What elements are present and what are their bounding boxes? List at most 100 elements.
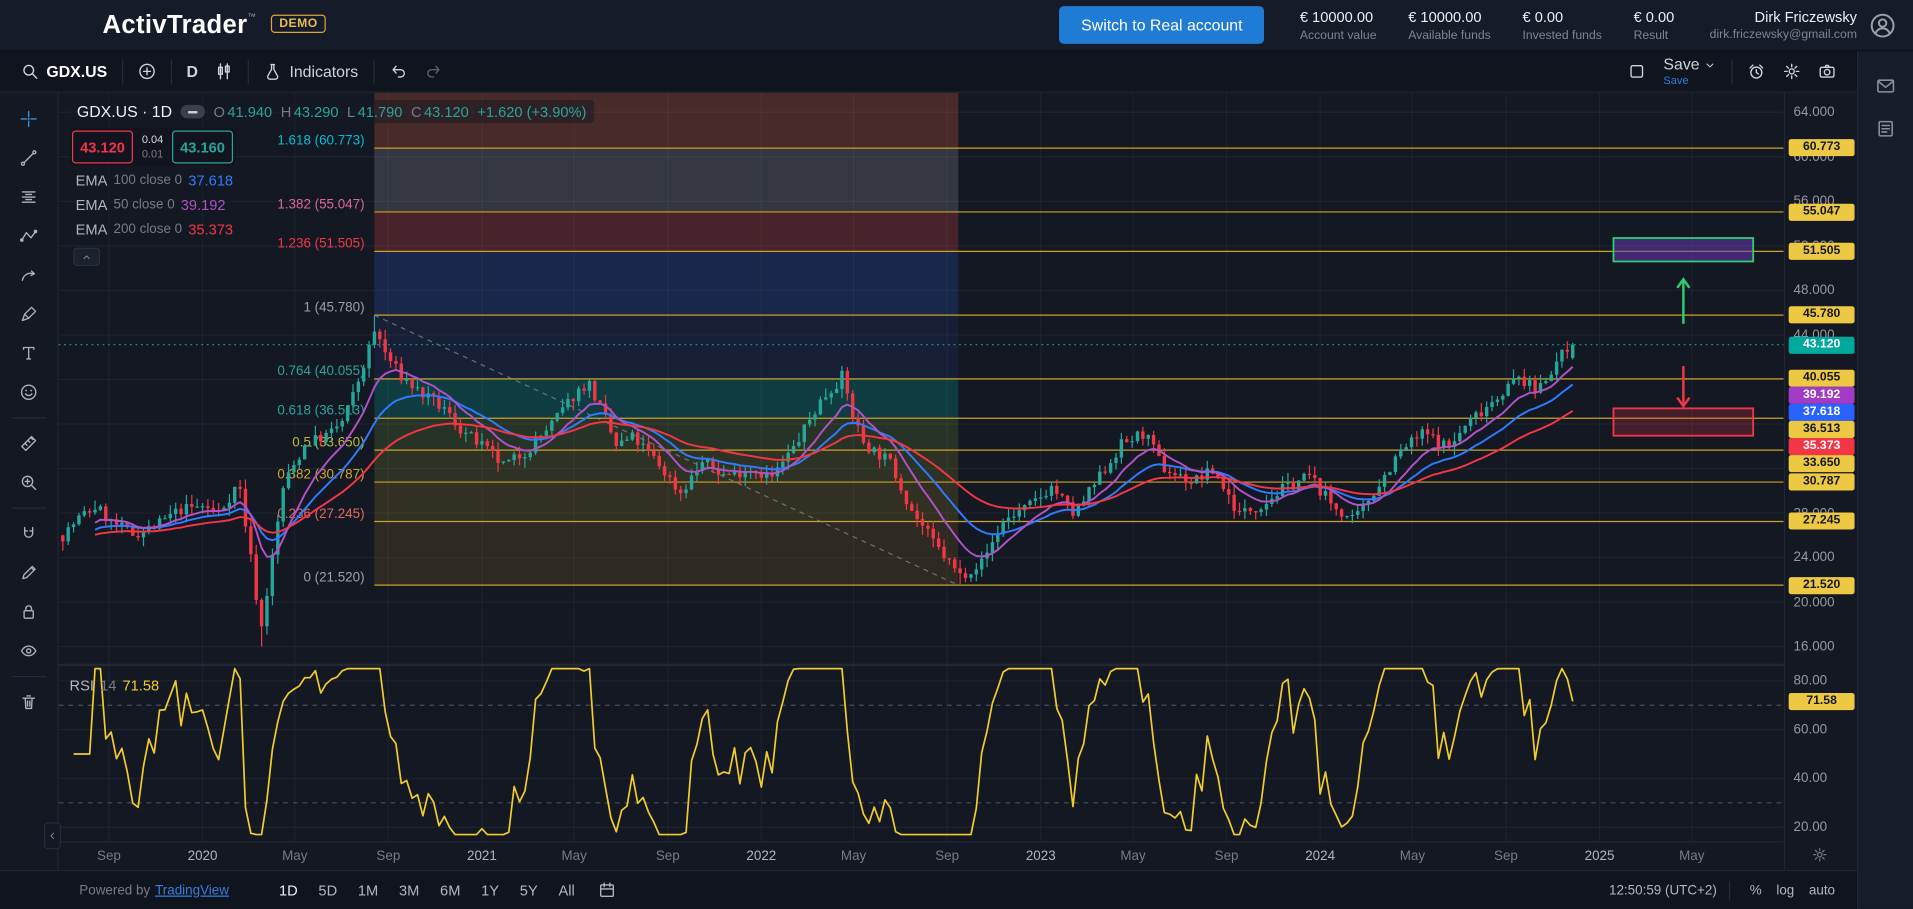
indicators-collapse-button[interactable] [73,248,100,266]
price-axis[interactable]: 64.00060.00056.00052.00048.00044.00040.0… [1784,93,1857,870]
app-logo[interactable]: ActivTrader ™ DEMO [102,12,326,38]
up-arrow[interactable] [1677,279,1689,324]
symbol-legend[interactable]: GDX.US · 1D O41.940 H43.290 L41.790 C43.… [70,100,594,123]
candles-icon [215,62,233,80]
range-6m-button[interactable]: 6M [432,878,469,902]
toolbar-separator [248,59,249,83]
rsi-tick: 40.00 [1794,771,1828,786]
ema-50-legend[interactable]: EMA 50 close 0 39.192 [70,195,232,215]
price-tick: 16.000 [1794,639,1835,654]
save-sub-label: Save [1663,75,1688,86]
fib-retracement-tool-button[interactable] [8,181,49,214]
price-badge: 51.505 [1789,243,1855,260]
indicators-button[interactable]: Indicators [255,57,366,85]
log-scale-button[interactable]: log [1769,879,1802,901]
auto-scale-button[interactable]: auto [1802,879,1843,901]
range-all-button[interactable]: All [550,878,583,902]
indicators-label: Indicators [289,62,358,80]
forecast-tool-button[interactable] [8,259,49,292]
ema-100-legend[interactable]: EMA 100 close 0 37.618 [70,171,240,191]
toolbar-separator [171,59,172,83]
magnet-tool-button[interactable] [8,517,49,550]
chart-style-button[interactable] [206,57,241,85]
right-panel-strip [1857,51,1913,909]
rsi-legend[interactable]: RSI 14 71.58 [70,677,160,694]
price-tick: 48.000 [1794,283,1835,298]
text-tool-button[interactable] [8,337,49,370]
range-buttons: 1D5D1M3M6M1Y5YAll [270,878,583,902]
time-axis[interactable] [59,842,1784,870]
undo-button[interactable] [380,57,415,85]
target-zone-rect[interactable] [1613,238,1753,261]
undo-icon [389,62,407,80]
caret-down-icon [1703,59,1716,72]
trend-line-tool-button[interactable] [8,142,49,175]
range-3m-button[interactable]: 3M [390,878,427,902]
percent-scale-button[interactable]: % [1742,879,1769,901]
emoji-tool-button[interactable] [8,376,49,409]
collapse-toolbar-chevron[interactable] [44,822,61,849]
lock-tool-button[interactable] [8,595,49,628]
drawing-toolbar [0,93,59,870]
save-button[interactable]: Save Save [1655,55,1725,87]
user-info[interactable]: Dirk Friczewsky dirk.friczewsky@gmail.co… [1710,9,1857,42]
range-1m-button[interactable]: 1M [349,878,386,902]
time-settings-gear-icon[interactable] [1812,847,1828,869]
ema-200-legend[interactable]: EMA 200 close 0 35.373 [70,220,240,240]
brush-icon [20,305,38,323]
spread-info: 0.04 0.01 [133,133,172,160]
alert-button[interactable] [1739,57,1774,85]
symbol-search-button[interactable]: GDX.US [12,57,116,85]
rsi-tick: 20.00 [1794,820,1828,835]
user-email: dirk.friczewsky@gmail.com [1710,28,1857,41]
price-badge: 33.650 [1789,455,1855,472]
chart-canvas[interactable]: 1.618 (60.773)1.382 (55.047)1.236 (51.50… [59,93,1784,870]
screenshot-button[interactable] [1809,57,1844,85]
spread-value: 0.04 [142,133,163,147]
stat-result: € 0.00 Result [1618,8,1690,42]
range-5d-button[interactable]: 5D [310,878,346,902]
svg-text:1 (45.780): 1 (45.780) [303,299,364,314]
down-arrow[interactable] [1677,366,1689,406]
trash-tool-button[interactable] [8,686,49,719]
layout-button[interactable] [1620,57,1655,85]
forecast-icon [20,266,38,284]
chart-toolbar: GDX.US D Indicators Save [0,51,1857,92]
legend-collapse-pill[interactable] [181,105,205,118]
brush-tool-button[interactable] [8,298,49,331]
stat-available-funds: € 10000.00 Available funds [1392,8,1506,42]
price-badge: 39.192 [1789,387,1855,404]
demo-badge: DEMO [271,15,327,33]
compare-button[interactable] [129,57,164,85]
range-1y-button[interactable]: 1Y [473,878,508,902]
clock[interactable]: 12:50:59 (UTC+2) [1609,883,1717,898]
chart-settings-button[interactable] [1774,57,1809,85]
crosshair-tool-button[interactable] [8,102,49,135]
pattern-tool-button[interactable] [8,220,49,253]
sell-button[interactable]: 43.120 [72,131,133,164]
buy-button[interactable]: 43.160 [172,131,233,164]
chart-main: 1.618 (60.773)1.382 (55.047)1.236 (51.50… [0,93,1857,870]
edit-tool-button[interactable] [8,556,49,589]
measure-tool-button[interactable] [8,427,49,460]
mail-icon[interactable] [1875,76,1896,97]
tradingview-link[interactable]: TradingView [155,883,229,898]
stop-zone-rect[interactable] [1613,408,1753,435]
redo-button[interactable] [416,57,451,85]
crosshair-icon [20,110,38,128]
range-1d-button[interactable]: 1D [270,878,306,902]
price-badge: 35.373 [1789,438,1855,455]
logo-text: ActivTrader [102,12,247,38]
minus-icon [188,110,198,112]
tool-separator [12,676,46,677]
toolbar-separator [122,59,123,83]
switch-to-real-button[interactable]: Switch to Real account [1059,6,1264,44]
news-icon[interactable] [1875,118,1896,139]
range-5y-button[interactable]: 5Y [511,878,546,902]
eye-tool-button[interactable] [8,634,49,667]
zoom-tool-button[interactable] [8,466,49,499]
timeframe-button[interactable]: D [178,57,207,85]
avatar-icon[interactable] [1869,12,1896,39]
camera-icon [1818,62,1836,80]
calendar-icon[interactable] [598,881,616,899]
